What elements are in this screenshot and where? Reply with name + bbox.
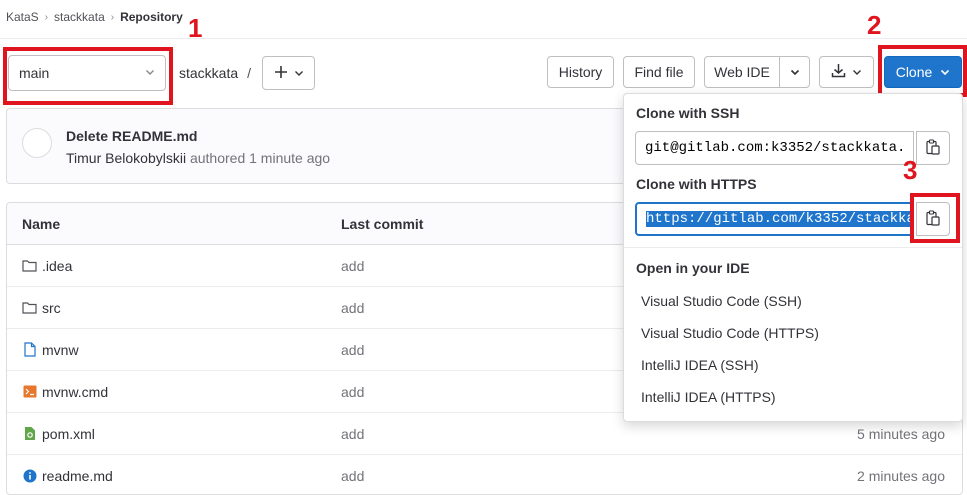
add-to-tree-button[interactable]: [262, 56, 315, 90]
repo-path: stackkata /: [179, 65, 251, 81]
commit-message[interactable]: add: [341, 258, 364, 274]
last-update: 5 minutes ago: [857, 426, 945, 442]
terminal-file-icon: [23, 385, 37, 401]
annotation-box-2: [878, 45, 967, 97]
chevron-right-icon: ›: [44, 11, 49, 23]
commit-author[interactable]: Timur Belokobylskii: [66, 150, 186, 166]
breadcrumb: KataS › stackkata › Repository: [6, 10, 183, 24]
column-header-last-commit: Last commit: [341, 216, 424, 232]
file-name[interactable]: src: [42, 300, 61, 316]
commit-message[interactable]: add: [341, 384, 364, 400]
last-commit-panel: [6, 108, 626, 184]
file-name[interactable]: readme.md: [42, 468, 113, 484]
annotation-box-1: [3, 47, 173, 105]
commit-message[interactable]: add: [341, 342, 364, 358]
clone-https-heading: Clone with HTTPS: [636, 176, 757, 192]
clone-ssh-heading: Clone with SSH: [636, 105, 740, 121]
breadcrumb-current[interactable]: Repository: [120, 10, 183, 24]
annotation-number-3: 3: [903, 155, 918, 185]
last-update: 2 minutes ago: [857, 468, 945, 484]
chevron-down-icon: [790, 64, 800, 80]
web-ide-dropdown-button[interactable]: [779, 56, 810, 88]
ide-option-intellij-https[interactable]: IntelliJ IDEA (HTTPS): [641, 389, 776, 405]
clone-https-url-field[interactable]: https://gitlab.com/k3352/stackkata: [635, 202, 914, 236]
table-row[interactable]: readme.md add 2 minutes ago: [7, 455, 962, 494]
commit-message[interactable]: add: [341, 468, 364, 484]
clipboard-icon: [926, 138, 940, 158]
chevron-down-icon: [852, 64, 862, 80]
commit-meta: Timur Belokobylskii authored 1 minute ag…: [66, 150, 330, 166]
commit-title[interactable]: Delete README.md: [66, 128, 197, 144]
chevron-down-icon: [294, 65, 304, 81]
folder-icon: [22, 259, 37, 275]
annotation-number-2: 2: [867, 10, 882, 40]
plus-icon: [274, 65, 288, 82]
info-icon: [23, 469, 37, 486]
maven-file-icon: [24, 426, 36, 444]
breadcrumb-project[interactable]: stackkata: [54, 10, 105, 24]
chevron-right-icon: ›: [110, 11, 115, 23]
clone-dropdown: Clone with SSH Clone with HTTPS https://…: [623, 93, 963, 422]
file-name[interactable]: pom.xml: [42, 426, 95, 442]
column-header-name: Name: [22, 216, 61, 232]
dropdown-divider: [624, 247, 962, 248]
selected-url-text: https://gitlab.com/k3352/stackkata: [646, 211, 912, 227]
divider: [0, 38, 967, 39]
breadcrumb-group[interactable]: KataS: [6, 10, 39, 24]
folder-icon: [22, 301, 37, 317]
open-in-ide-heading: Open in your IDE: [636, 260, 750, 276]
path-project[interactable]: stackkata: [179, 65, 238, 81]
annotation-box-3: [910, 193, 960, 243]
file-name[interactable]: .idea: [42, 258, 72, 274]
download-button[interactable]: [819, 56, 874, 88]
commit-time: authored 1 minute ago: [189, 150, 331, 166]
download-icon: [831, 63, 846, 81]
web-ide-button[interactable]: Web IDE: [704, 56, 780, 88]
find-file-button[interactable]: Find file: [623, 56, 695, 88]
avatar[interactable]: [22, 128, 52, 158]
path-separator: /: [247, 65, 252, 81]
annotation-number-1: 1: [188, 13, 203, 43]
ide-option-vscode-ssh[interactable]: Visual Studio Code (SSH): [641, 293, 802, 309]
commit-message[interactable]: add: [341, 300, 364, 316]
commit-message[interactable]: add: [341, 426, 364, 442]
file-name[interactable]: mvnw: [42, 342, 79, 358]
file-name[interactable]: mvnw.cmd: [42, 384, 108, 400]
file-icon: [24, 342, 36, 360]
history-button[interactable]: History: [547, 56, 614, 88]
ide-option-intellij-ssh[interactable]: IntelliJ IDEA (SSH): [641, 357, 758, 373]
copy-ssh-url-button[interactable]: [916, 131, 950, 165]
clone-ssh-url-field[interactable]: [635, 131, 914, 165]
ide-option-vscode-https[interactable]: Visual Studio Code (HTTPS): [641, 325, 819, 341]
